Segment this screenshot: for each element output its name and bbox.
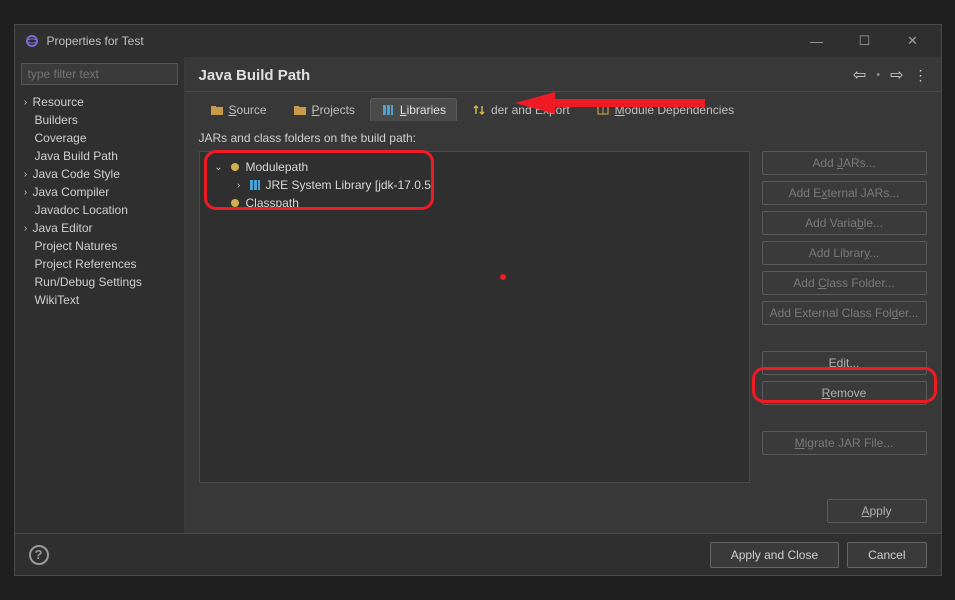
- order-icon: [472, 104, 486, 116]
- tree-item-resource[interactable]: ›Resource: [15, 93, 184, 111]
- cancel-button[interactable]: Cancel: [847, 542, 926, 568]
- close-button[interactable]: ✕: [895, 31, 931, 51]
- chevron-right-icon: ›: [234, 180, 244, 191]
- chevron-right-icon: ›: [21, 223, 31, 234]
- add-variable-button[interactable]: Add Variable...: [762, 211, 927, 235]
- remove-button[interactable]: Remove: [762, 381, 927, 405]
- filter-input[interactable]: [21, 63, 178, 85]
- page-title: Java Build Path: [199, 67, 311, 84]
- forward-arrow-icon[interactable]: ⇨: [890, 65, 903, 85]
- tab-projects[interactable]: Projects: [282, 98, 366, 121]
- add-library-button[interactable]: Add Library...: [762, 241, 927, 265]
- window-controls: — ☐ ✕: [799, 31, 931, 51]
- tab-libraries[interactable]: Libraries: [370, 98, 457, 121]
- help-icon[interactable]: ?: [29, 545, 49, 565]
- tab-module-deps[interactable]: Module Dependencies: [585, 98, 745, 121]
- properties-dialog: Properties for Test — ☐ ✕ ›Resource Buil…: [14, 24, 942, 576]
- tree-item-java-build-path[interactable]: Java Build Path: [15, 147, 184, 165]
- module-icon: [596, 104, 610, 116]
- category-tree: ›Resource Builders Coverage Java Build P…: [15, 91, 184, 533]
- edit-button[interactable]: Edit...: [762, 351, 927, 375]
- annotation-dot: [500, 274, 506, 280]
- library-icon: [248, 179, 262, 191]
- chevron-right-icon: ›: [21, 97, 31, 108]
- maximize-button[interactable]: ☐: [847, 31, 883, 51]
- titlebar: Properties for Test — ☐ ✕: [15, 25, 941, 57]
- chevron-down-icon: ⌄: [214, 162, 224, 173]
- back-arrow-icon[interactable]: ⇦: [853, 65, 866, 85]
- tree-item-javadoc-location[interactable]: Javadoc Location: [15, 201, 184, 219]
- classpath-node[interactable]: Classpath: [200, 194, 749, 212]
- apply-button[interactable]: Apply: [827, 499, 927, 523]
- library-icon: [381, 104, 395, 116]
- migrate-jar-button[interactable]: Migrate JAR File...: [762, 431, 927, 455]
- tree-item-run-debug[interactable]: Run/Debug Settings: [15, 273, 184, 291]
- tree-item-java-compiler[interactable]: ›Java Compiler: [15, 183, 184, 201]
- source-folder-icon: [210, 104, 224, 116]
- eclipse-icon: [25, 34, 39, 48]
- modulepath-icon: [228, 161, 242, 173]
- jar-list-panel: ⌄ Modulepath › JRE System Library [jdk-1…: [199, 151, 750, 483]
- window-title: Properties for Test: [47, 34, 144, 48]
- sidebar: ›Resource Builders Coverage Java Build P…: [15, 57, 185, 533]
- add-jars-button[interactable]: Add JARs...: [762, 151, 927, 175]
- tree-item-java-editor[interactable]: ›Java Editor: [15, 219, 184, 237]
- add-class-folder-button[interactable]: Add Class Folder...: [762, 271, 927, 295]
- tab-bar: Source Projects Libraries der and Export…: [185, 92, 941, 121]
- apply-and-close-button[interactable]: Apply and Close: [710, 542, 839, 568]
- tree-item-java-code-style[interactable]: ›Java Code Style: [15, 165, 184, 183]
- add-external-class-folder-button[interactable]: Add External Class Folder...: [762, 301, 927, 325]
- button-column: Add JARs... Add External JARs... Add Var…: [762, 151, 927, 483]
- tab-order-export[interactable]: der and Export: [461, 98, 581, 121]
- minimize-button[interactable]: —: [799, 31, 835, 51]
- jre-library-node[interactable]: › JRE System Library [jdk-17.0.5]: [200, 176, 749, 194]
- tree-item-project-natures[interactable]: Project Natures: [15, 237, 184, 255]
- projects-folder-icon: [293, 104, 307, 116]
- chevron-right-icon: ›: [21, 169, 31, 180]
- chevron-right-icon: ›: [21, 187, 31, 198]
- main-panel: Java Build Path ⇦ • ⇨ ⋮ Source Projects: [185, 57, 941, 533]
- add-external-jars-button[interactable]: Add External JARs...: [762, 181, 927, 205]
- kebab-menu-icon[interactable]: ⋮: [914, 67, 927, 84]
- nav-sep: •: [876, 69, 880, 81]
- modulepath-node[interactable]: ⌄ Modulepath: [200, 158, 749, 176]
- tree-item-wikitext[interactable]: WikiText: [15, 291, 184, 309]
- classpath-icon: [228, 197, 242, 209]
- tab-source[interactable]: Source: [199, 98, 278, 121]
- dialog-footer: ? Apply and Close Cancel: [15, 533, 941, 575]
- subheading: JARs and class folders on the build path…: [185, 121, 941, 151]
- tree-item-coverage[interactable]: Coverage: [15, 129, 184, 147]
- tree-item-builders[interactable]: Builders: [15, 111, 184, 129]
- tree-item-project-references[interactable]: Project References: [15, 255, 184, 273]
